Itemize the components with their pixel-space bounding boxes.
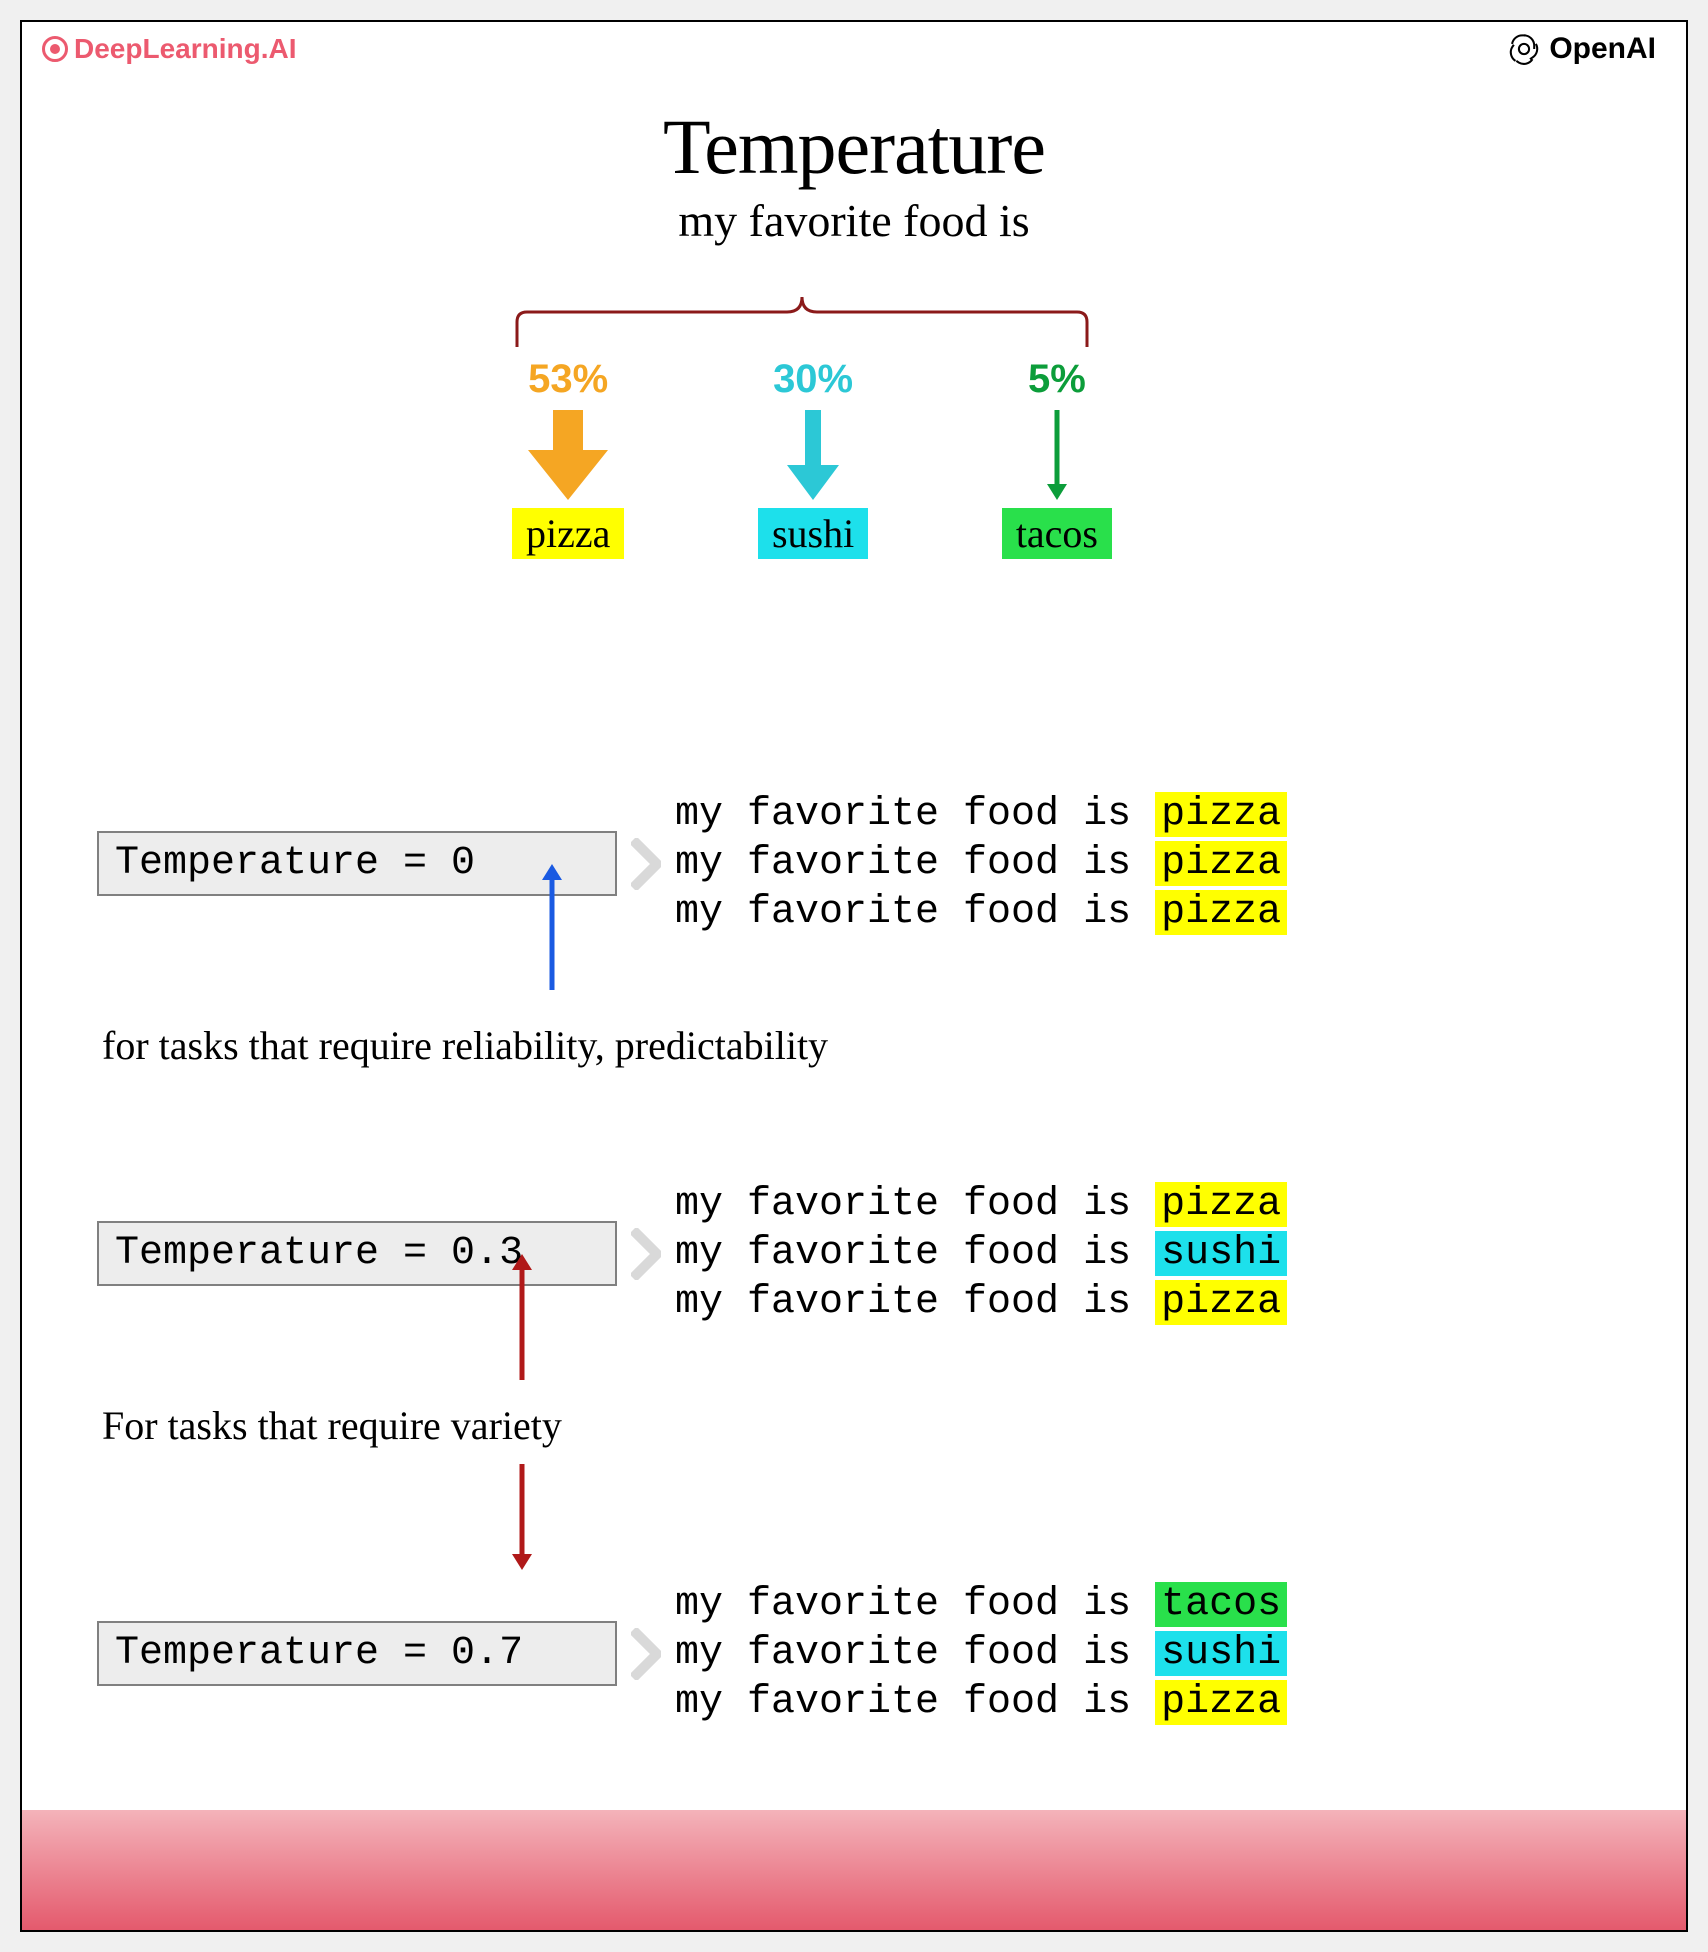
arrow-up-icon xyxy=(532,862,572,992)
token-label-sushi: sushi xyxy=(758,508,868,559)
openai-logo: OpenAI xyxy=(1507,32,1656,66)
percent-pizza: 53% xyxy=(528,357,608,402)
slide: DeepLearning.AI OpenAI Temperature my fa… xyxy=(20,20,1688,1932)
output-line: my favorite food is pizza xyxy=(675,890,1646,935)
chevron-right-icon xyxy=(631,838,661,890)
dl-logo-text: DeepLearning.AI xyxy=(74,33,296,65)
outputs-2: my favorite food is tacos my favorite fo… xyxy=(675,1582,1646,1725)
arrow-down-icon xyxy=(502,1462,542,1572)
deeplearning-logo: DeepLearning.AI xyxy=(42,33,296,65)
caption-reliability: for tasks that require reliability, pred… xyxy=(102,1022,828,1069)
example-row-temp-0: Temperature = 0 my favorite food is pizz… xyxy=(97,792,1646,935)
header: DeepLearning.AI OpenAI xyxy=(42,32,1656,66)
chevron-right-icon xyxy=(631,1628,661,1680)
example-row-temp-07: Temperature = 0.7 my favorite food is ta… xyxy=(97,1582,1646,1725)
openai-logo-text: OpenAI xyxy=(1549,32,1656,66)
arrow-down-icon xyxy=(773,410,853,500)
output-line: my favorite food is pizza xyxy=(675,1280,1646,1325)
arrow-down-icon xyxy=(1017,410,1097,500)
dl-logo-icon xyxy=(42,36,68,62)
title-block: Temperature my favorite food is xyxy=(22,102,1686,247)
token-label-pizza: pizza xyxy=(512,508,624,559)
percent-sushi: 30% xyxy=(773,357,853,402)
caption-variety: For tasks that require variety xyxy=(102,1402,562,1449)
example-row-temp-03: Temperature = 0.3 my favorite food is pi… xyxy=(97,1182,1646,1325)
token-label-tacos: tacos xyxy=(1002,508,1112,559)
arrow-down-icon xyxy=(528,410,608,500)
output-line: my favorite food is sushi xyxy=(675,1631,1646,1676)
outputs-0: my favorite food is pizza my favorite fo… xyxy=(675,792,1646,935)
output-line: my favorite food is pizza xyxy=(675,841,1646,886)
arrow-up-icon xyxy=(502,1252,542,1382)
bracket-icon xyxy=(512,292,1092,352)
footer-band xyxy=(22,1810,1686,1930)
openai-icon xyxy=(1507,32,1541,66)
subtitle: my favorite food is xyxy=(22,194,1686,247)
output-line: my favorite food is sushi xyxy=(675,1231,1646,1276)
temperature-setting-07: Temperature = 0.7 xyxy=(97,1621,617,1686)
title: Temperature xyxy=(22,102,1686,192)
chevron-right-icon xyxy=(631,1228,661,1280)
output-line: my favorite food is pizza xyxy=(675,1182,1646,1227)
token-col-pizza: 53% pizza xyxy=(512,357,624,559)
percent-tacos: 5% xyxy=(1028,357,1086,402)
token-probabilities: 53% pizza 30% sushi 5% tacos xyxy=(512,357,1112,559)
output-line: my favorite food is tacos xyxy=(675,1582,1646,1627)
outputs-1: my favorite food is pizza my favorite fo… xyxy=(675,1182,1646,1325)
token-col-sushi: 30% sushi xyxy=(758,357,868,559)
token-col-tacos: 5% tacos xyxy=(1002,357,1112,559)
output-line: my favorite food is pizza xyxy=(675,1680,1646,1725)
output-line: my favorite food is pizza xyxy=(675,792,1646,837)
